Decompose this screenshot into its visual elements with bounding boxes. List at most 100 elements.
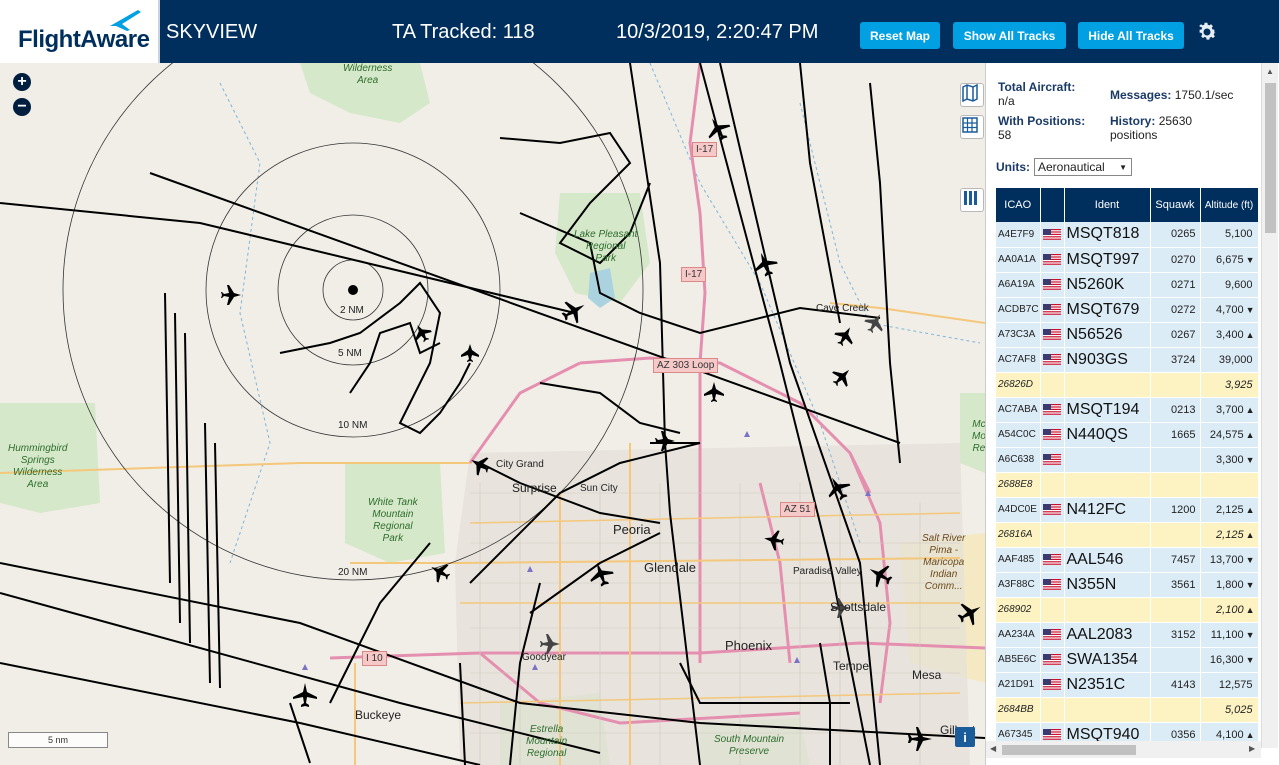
- row-squawk: [1150, 447, 1201, 473]
- show-all-tracks-button[interactable]: Show All Tracks: [953, 22, 1066, 49]
- altitude-value: 2,125: [1216, 528, 1244, 541]
- row-squawk: [1150, 372, 1201, 398]
- row-flag: [1040, 422, 1065, 448]
- col-squawk[interactable]: Squawk: [1150, 188, 1201, 222]
- with-positions-value: 58: [998, 128, 1012, 142]
- vertical-scrollbar[interactable]: ▲: [1261, 63, 1278, 748]
- scroll-up-icon[interactable]: ▲: [1266, 67, 1274, 76]
- city-grand: City Grand: [496, 459, 544, 470]
- toggle-sidebar-button[interactable]: [960, 188, 984, 212]
- row-ident: N903GS: [1064, 347, 1151, 373]
- city-scottsdale: Scottsdale: [830, 600, 887, 614]
- row-flag: [1040, 597, 1065, 623]
- row-ident: N440QS: [1064, 422, 1151, 448]
- row-altitude: 1,800 ▼: [1200, 572, 1258, 598]
- table-row[interactable]: AA0A1A MSQT997 0270 6,675 ▼: [996, 247, 1258, 273]
- table-row[interactable]: 26816A 2,125 ▲: [996, 522, 1258, 548]
- map-grid-button[interactable]: [960, 115, 984, 139]
- scroll-right-icon[interactable]: ▶: [1249, 744, 1255, 753]
- table-row[interactable]: ACDB7C MSQT679 0272 4,700 ▼: [996, 297, 1258, 323]
- row-squawk: 0272: [1150, 297, 1201, 323]
- zoom-out-button[interactable]: −: [13, 98, 31, 116]
- ring-20nm: 20 NM: [338, 567, 368, 578]
- horizontal-scroll-thumb[interactable]: [1002, 745, 1136, 755]
- horizontal-scrollbar[interactable]: ◀ ▶: [986, 741, 1261, 758]
- table-row[interactable]: AAF485 AAL546 7457 13,700 ▼: [996, 547, 1258, 573]
- table-row[interactable]: A21D91 N2351C 4143 12,575: [996, 672, 1258, 698]
- us-flag-icon: [1043, 329, 1061, 341]
- table-row[interactable]: A54C0C N440QS 1665 24,575 ▲: [996, 422, 1258, 448]
- row-ident: AAL546: [1064, 547, 1151, 573]
- history-stat: History: 25630 positions: [1110, 114, 1192, 142]
- row-altitude: 6,675 ▼: [1200, 247, 1258, 273]
- table-row[interactable]: A67345 MSQT940 0356 4,100 ▲: [996, 722, 1258, 743]
- history-label: History:: [1110, 114, 1156, 128]
- vertical-scroll-thumb[interactable]: [1265, 83, 1276, 233]
- row-ident: [1064, 372, 1151, 398]
- table-row[interactable]: AA234A AAL2083 3152 11,100 ▼: [996, 622, 1258, 648]
- row-icao: 268902: [996, 597, 1041, 623]
- map-view[interactable]: Wilderness Area Lake Pleasant Regional P…: [0, 63, 985, 765]
- reset-map-button[interactable]: Reset Map: [860, 22, 940, 49]
- row-flag: [1040, 497, 1065, 523]
- app-title: SKYVIEW: [166, 21, 258, 43]
- table-row[interactable]: A4E7F9 MSQT818 0265 5,100: [996, 222, 1258, 248]
- row-icao: 26826D: [996, 372, 1041, 398]
- grid-icon: [962, 117, 978, 133]
- col-altitude[interactable]: Altitude (ft): [1200, 188, 1258, 222]
- row-altitude: [1200, 472, 1258, 498]
- table-row[interactable]: 2688E8: [996, 472, 1258, 498]
- map-layers-button[interactable]: [960, 83, 984, 107]
- logo-text: FlightAware: [18, 26, 150, 53]
- row-icao: A6A19A: [996, 272, 1041, 298]
- table-row[interactable]: A6A19A N5260K 0271 9,600: [996, 272, 1258, 298]
- zoom-in-button[interactable]: +: [13, 73, 31, 91]
- altitude-trend-icon: ▲: [1245, 529, 1255, 540]
- city-mesa: Mesa: [912, 668, 942, 682]
- row-icao: AA0A1A: [996, 247, 1041, 273]
- scroll-left-icon[interactable]: ◀: [990, 744, 996, 753]
- south-mountain-label: South Mountain Preserve: [714, 734, 785, 757]
- table-row[interactable]: A73C3A N56526 0267 3,400 ▲: [996, 322, 1258, 348]
- row-ident: N5260K: [1064, 272, 1151, 298]
- highway-az303: AZ 303 Loop: [653, 358, 719, 373]
- table-row[interactable]: AB5E6C SWA1354 16,300 ▼: [996, 647, 1258, 673]
- table-row[interactable]: 26826D 3,925: [996, 372, 1258, 398]
- table-row[interactable]: AC7ABA MSQT194 0213 3,700 ▲: [996, 397, 1258, 423]
- table-row[interactable]: 268902 2,100 ▲: [996, 597, 1258, 623]
- city-buckeye: Buckeye: [355, 708, 402, 722]
- row-altitude: 16,300 ▼: [1200, 647, 1258, 673]
- units-row: Units: Aeronautical ▼: [996, 158, 1132, 176]
- row-icao: A4E7F9: [996, 222, 1041, 248]
- row-flag: [1040, 547, 1065, 573]
- col-icao[interactable]: ICAO: [996, 188, 1041, 222]
- row-squawk: 3561: [1150, 572, 1201, 598]
- altitude-value: 3,700: [1216, 403, 1244, 416]
- row-altitude: 39,000: [1200, 347, 1258, 373]
- table-row[interactable]: A3F88C N355N 3561 1,800 ▼: [996, 572, 1258, 598]
- row-flag: [1040, 522, 1065, 548]
- row-ident: MSQT679: [1064, 297, 1151, 323]
- altitude-value: 9,600: [1224, 278, 1253, 291]
- lake-pleasant-label: Lake Pleasant Regional Park: [574, 229, 638, 264]
- hide-all-tracks-button[interactable]: Hide All Tracks: [1078, 22, 1184, 49]
- table-row[interactable]: A4DC0E N412FC 1200 2,125 ▲: [996, 497, 1258, 523]
- altitude-value: 16,300: [1209, 653, 1244, 666]
- units-select[interactable]: Aeronautical ▼: [1034, 158, 1132, 176]
- row-squawk: 0265: [1150, 222, 1201, 248]
- table-row[interactable]: A6C638 3,300 ▼: [996, 447, 1258, 473]
- col-ident[interactable]: Ident: [1064, 188, 1151, 222]
- us-flag-icon: [1043, 554, 1061, 566]
- altitude-trend-icon: ▲: [1245, 504, 1255, 515]
- table-row[interactable]: AC7AF8 N903GS 3724 39,000: [996, 347, 1258, 373]
- col-flag[interactable]: [1040, 188, 1065, 222]
- ring-2nm: 2 NM: [340, 305, 364, 316]
- us-flag-icon: [1043, 679, 1061, 691]
- flightaware-logo[interactable]: FlightAware: [0, 0, 160, 63]
- table-row[interactable]: 2684BB 5,025: [996, 697, 1258, 723]
- info-button[interactable]: i: [955, 727, 975, 747]
- gear-icon[interactable]: [1195, 20, 1219, 44]
- white-tank-label: White Tank Mountain Regional Park: [368, 497, 418, 544]
- row-flag: [1040, 447, 1065, 473]
- city-glendale: Glendale: [644, 560, 697, 575]
